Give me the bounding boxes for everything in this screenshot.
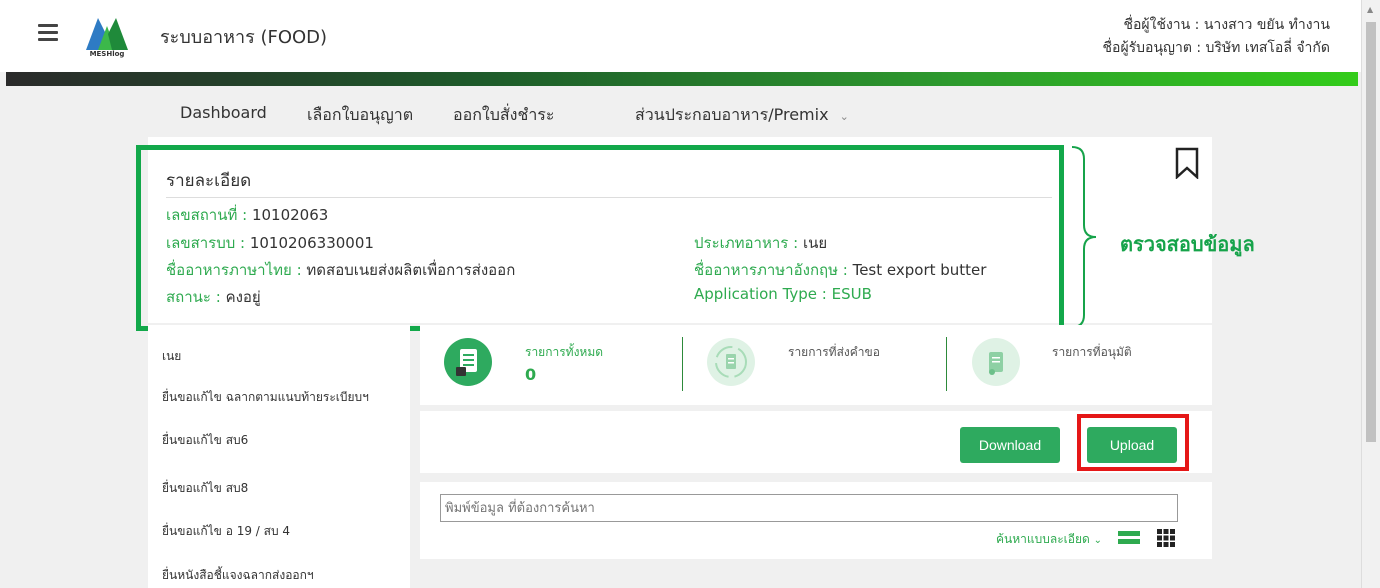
upload-highlight-box bbox=[1077, 414, 1189, 471]
sidebar-item-sb8[interactable]: ยื่นขอแก้ไข สบ8 bbox=[162, 479, 248, 498]
approved-items-label: รายการที่อนุมัติ bbox=[1052, 345, 1132, 359]
hamburger-menu-icon[interactable] bbox=[38, 24, 58, 42]
advanced-search-toggle[interactable]: ค้นหาแบบละเอียด ⌄ bbox=[996, 530, 1102, 549]
document-icon bbox=[444, 338, 492, 386]
total-items-count: 0 bbox=[525, 365, 537, 384]
stats-panel: รายการทั้งหมด 0 รายการที่ส่งคำขอ รายการท… bbox=[420, 325, 1212, 405]
nav-issue-payment[interactable]: ออกใบสั่งชำระ bbox=[453, 103, 554, 128]
submitted-items-label: รายการที่ส่งคำขอ bbox=[788, 345, 880, 359]
list-view-icon[interactable] bbox=[1118, 529, 1140, 547]
sidebar-item-or19-sb4[interactable]: ยื่นขอแก้ไข อ 19 / สบ 4 bbox=[162, 522, 290, 541]
scroll-thumb[interactable] bbox=[1366, 22, 1376, 442]
chevron-down-icon: ⌄ bbox=[1093, 535, 1102, 546]
bookmark-icon[interactable] bbox=[1174, 147, 1200, 179]
stats-divider bbox=[946, 337, 947, 391]
nav-ingredients-label: ส่วนประกอบอาหาร/Premix bbox=[635, 105, 829, 124]
nav-dashboard[interactable]: Dashboard bbox=[180, 103, 267, 122]
approved-document-icon bbox=[972, 338, 1020, 386]
app-title: ระบบอาหาร (FOOD) bbox=[160, 27, 328, 48]
logo-text: MESHlog bbox=[89, 50, 125, 58]
page-scrollbar[interactable]: ▲ bbox=[1361, 0, 1380, 588]
sidebar-item-butter[interactable]: เนย bbox=[162, 347, 181, 366]
licensee-name: ชื่อผู้รับอนุญาต : บริษัท เทสโอลี่ จำกัด bbox=[1102, 40, 1330, 56]
chevron-down-icon: ⌄ bbox=[839, 110, 849, 123]
advanced-search-label: ค้นหาแบบละเอียด bbox=[996, 532, 1090, 546]
detail-highlight-box bbox=[136, 145, 1064, 331]
total-items-label: รายการทั้งหมด bbox=[525, 345, 604, 359]
sidebar-item-export-label-letter[interactable]: ยื่นหนังสือชี้แจงฉลากส่งออกฯ bbox=[162, 566, 314, 585]
nav-select-license[interactable]: เลือกใบอนุญาต bbox=[307, 103, 413, 128]
refresh-document-icon bbox=[707, 338, 755, 386]
sidebar-menu: เนย ยื่นขอแก้ไข ฉลากตามแนบท้ายระเบียบฯ ย… bbox=[148, 325, 410, 588]
search-input[interactable] bbox=[440, 494, 1178, 522]
nav-ingredients-premix[interactable]: ส่วนประกอบอาหาร/Premix ⌄ bbox=[635, 103, 849, 128]
sidebar-item-sb6[interactable]: ยื่นขอแก้ไข สบ6 bbox=[162, 431, 248, 450]
user-name: ชื่อผู้ใช้งาน : นางสาว ขยัน ทำงาน bbox=[1123, 17, 1330, 33]
scroll-up-arrow-icon[interactable]: ▲ bbox=[1367, 5, 1373, 14]
app-logo[interactable]: MESHlog bbox=[84, 14, 130, 60]
user-info: ชื่อผู้ใช้งาน : นางสาว ขยัน ทำงาน ชื่อผู… bbox=[1103, 14, 1330, 60]
sidebar-item-label-edit[interactable]: ยื่นขอแก้ไข ฉลากตามแนบท้ายระเบียบฯ bbox=[162, 388, 369, 407]
grid-view-icon[interactable] bbox=[1157, 529, 1175, 547]
header-gradient-bar bbox=[6, 72, 1358, 86]
verify-data-annotation: ตรวจสอบข้อมูล bbox=[1120, 232, 1255, 256]
bracket-annotation bbox=[1071, 146, 1097, 328]
stats-divider bbox=[682, 337, 683, 391]
app-header: MESHlog ระบบอาหาร (FOOD) ชื่อผู้ใช้งาน :… bbox=[0, 0, 1362, 72]
search-panel: ค้นหาแบบละเอียด ⌄ bbox=[420, 482, 1212, 559]
download-button[interactable]: Download bbox=[960, 427, 1060, 463]
